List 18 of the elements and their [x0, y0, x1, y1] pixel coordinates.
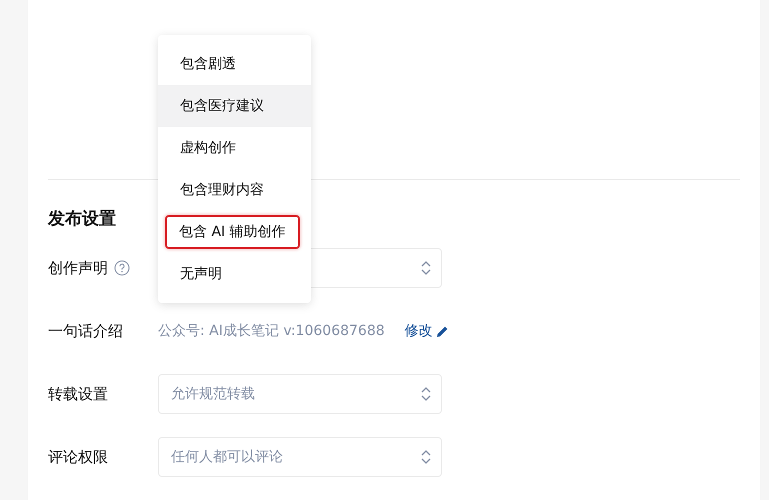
menu-item[interactable]: 包含理财内容 — [158, 169, 311, 211]
field-label: 转载设置 — [48, 384, 108, 404]
chevron-updown-icon — [421, 449, 431, 465]
help-icon[interactable] — [114, 260, 130, 276]
chevron-updown-icon — [421, 386, 431, 402]
menu-item[interactable]: 虚构创作 — [158, 127, 311, 169]
pencil-icon — [436, 324, 449, 338]
field-label: 创作声明 — [48, 258, 108, 278]
menu-item[interactable]: 包含 AI 辅助创作 — [158, 211, 311, 253]
field-label: 评论权限 — [48, 448, 108, 466]
menu-item[interactable]: 无声明 — [158, 253, 311, 295]
chevron-updown-icon — [421, 260, 431, 276]
field-label: 一句话介绍 — [48, 322, 123, 340]
edit-link[interactable]: 修改 — [404, 322, 449, 340]
intro-text: 公众号: AI成长笔记 v:1060687688 — [158, 322, 385, 340]
menu-item[interactable]: 包含医疗建议 — [158, 85, 311, 127]
section-title: 发布设置 — [48, 208, 117, 230]
menu-item[interactable]: 包含剧透 — [158, 43, 311, 85]
